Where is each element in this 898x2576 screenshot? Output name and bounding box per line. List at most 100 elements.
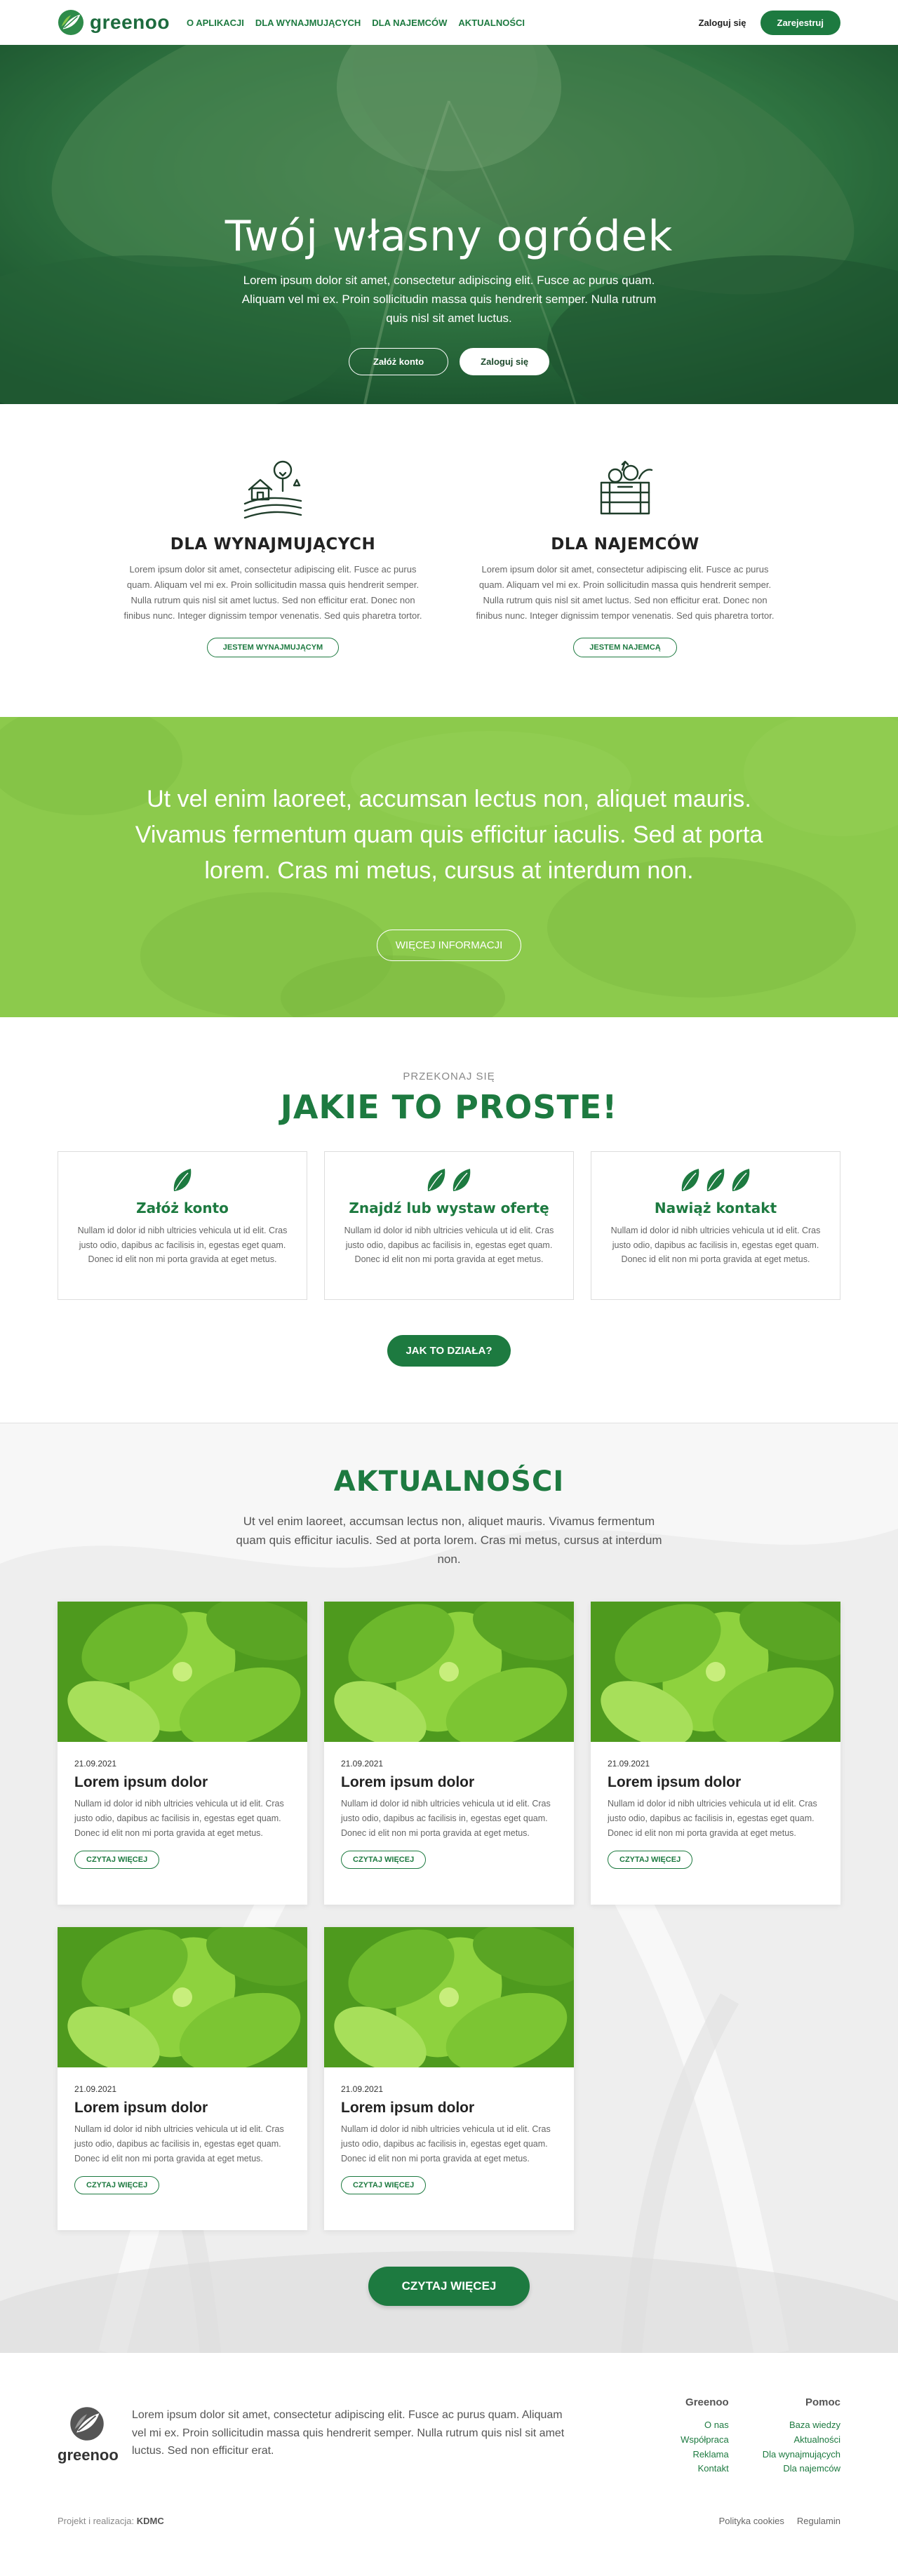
footer-link-about[interactable]: O nas (681, 2418, 729, 2433)
news-card[interactable]: 21.09.2021 Lorem ipsum dolor Nullam id d… (591, 1601, 840, 1905)
logo[interactable]: greenoo (58, 9, 170, 36)
step-title: Znajdź lub wystaw ofertę (349, 1200, 549, 1216)
news-image (591, 1601, 840, 1742)
logo-text: greenoo (90, 11, 170, 33)
hero-title: Twój własny ogródek (224, 212, 674, 261)
leaf-logo-icon (70, 2407, 104, 2441)
header-actions: Zaloguj się Zarejestruj (699, 10, 840, 35)
leaf-icon (706, 1169, 725, 1191)
credit-prefix: Projekt i realizacja: (58, 2516, 135, 2527)
news-intro: Ut vel enim laoreet, accumsan lectus non… (236, 1515, 662, 1567)
hero-buttons: Załóż konto Zaloguj się (0, 347, 898, 375)
news-date: 21.09.2021 (608, 1758, 650, 1769)
footer-bottom: Projekt i realizacja: KDMC Polityka cook… (58, 2516, 840, 2526)
vegetable-crate-icon (600, 460, 653, 515)
nav-news[interactable]: Aktualności (458, 18, 525, 28)
banner-text: Ut vel enim laoreet, accumsan lectus non… (135, 786, 763, 884)
footer-link-news[interactable]: Aktualności (763, 2433, 840, 2448)
step-title: Załóż konto (136, 1200, 229, 1216)
register-button[interactable]: Zarejestruj (760, 10, 840, 35)
news-card-title[interactable]: Lorem ipsum dolor (74, 1774, 290, 1791)
news-card-text: Nullam id dolor id nibh ultricies vehicu… (74, 1798, 284, 1839)
footer-link-contact[interactable]: Kontakt (681, 2462, 729, 2476)
footer-logo[interactable]: greenoo (58, 2406, 119, 2464)
credit-name[interactable]: KDMC (137, 2516, 164, 2526)
footer-columns: Greenoo O nas Współpraca Reklama Kontakt… (681, 2396, 840, 2476)
nav-about[interactable]: O aplikacji (187, 18, 244, 28)
login-link[interactable]: Zaloguj się (699, 18, 746, 28)
leaf-logo-icon (58, 9, 84, 36)
read-more-button[interactable]: CZYTAJ WIĘCEJ (608, 1851, 693, 1870)
news-card-body: 21.09.2021 Lorem ipsum dolor Nullam id d… (58, 1742, 307, 1886)
news-card-body: 21.09.2021 Lorem ipsum dolor Nullam id d… (591, 1742, 840, 1886)
footer-col-greenoo: Greenoo O nas Współpraca Reklama Kontakt (681, 2396, 729, 2476)
news-card-body: 21.09.2021 Lorem ipsum dolor Nullam id d… (324, 1742, 574, 1886)
news-content: AKTUALNOŚCI Ut vel enim laoreet, accumsa… (58, 1423, 840, 2306)
news-date: 21.09.2021 (341, 1758, 384, 1769)
news-card-title[interactable]: Lorem ipsum dolor (74, 2100, 290, 2117)
news-card-body: 21.09.2021 Lorem ipsum dolor Nullam id d… (324, 2067, 574, 2212)
step-text: Nullam id dolor id nibh ultricies vehicu… (610, 1226, 821, 1265)
leaf-icon (173, 1169, 192, 1191)
tenants-text: Lorem ipsum dolor sit amet, consectetur … (476, 564, 775, 622)
signup-button[interactable]: Załóż konto (348, 347, 449, 375)
site-footer: greenoo Lorem ipsum dolor sit amet, cons… (0, 2353, 898, 2576)
nav-landlords[interactable]: Dla wynajmujących (255, 18, 361, 28)
section-eyebrow: PRZEKONAJ SIĘ (403, 1071, 495, 1082)
landlords-text: Lorem ipsum dolor sit amet, consectetur … (123, 564, 422, 622)
news-image (324, 1926, 574, 2067)
news-card-body: 21.09.2021 Lorem ipsum dolor Nullam id d… (58, 2067, 307, 2212)
news-card-title[interactable]: Lorem ipsum dolor (608, 1774, 824, 1791)
audience-section: DLA WYNAJMUJĄCYCH Lorem ipsum dolor sit … (0, 404, 898, 717)
hero-content: Twój własny ogródek Lorem ipsum dolor si… (0, 45, 898, 375)
hero-login-button[interactable]: Zaloguj się (460, 347, 550, 375)
footer-col-title: Greenoo (685, 2396, 729, 2408)
main-nav: O aplikacji Dla wynajmujących Dla najemc… (187, 18, 525, 28)
credits: Projekt i realizacja: KDMC (58, 2516, 164, 2526)
step-text: Nullam id dolor id nibh ultricies vehicu… (77, 1226, 288, 1265)
footer-link-knowledge-base[interactable]: Baza wiedzy (763, 2418, 840, 2433)
nav-tenants[interactable]: Dla najemców (372, 18, 447, 28)
terms-link[interactable]: Regulamin (797, 2516, 840, 2526)
footer-about: Lorem ipsum dolor sit amet, consectetur … (132, 2409, 565, 2457)
step-card: Nawiąż kontakt Nullam id dolor id nibh u… (591, 1151, 840, 1300)
news-card-title[interactable]: Lorem ipsum dolor (341, 2100, 557, 2117)
step-icons (325, 1167, 573, 1194)
news-image (324, 1601, 574, 1742)
cookies-link[interactable]: Polityka cookies (719, 2516, 784, 2526)
legal-links: Polityka cookies Regulamin (719, 2516, 840, 2526)
step-title: Nawiąż kontakt (654, 1200, 777, 1216)
news-card-text: Nullam id dolor id nibh ultricies vehicu… (341, 1798, 551, 1839)
tenant-button[interactable]: JESTEM NAJEMCĄ (573, 638, 677, 658)
footer-link-landlords[interactable]: Dla wynajmujących (763, 2448, 840, 2462)
read-more-button[interactable]: CZYTAJ WIĘCEJ (74, 2176, 160, 2195)
news-cards: 21.09.2021 Lorem ipsum dolor Nullam id d… (58, 1601, 840, 2230)
more-news-button[interactable]: CZYTAJ WIĘCEJ (368, 2266, 530, 2306)
news-card[interactable]: 21.09.2021 Lorem ipsum dolor Nullam id d… (58, 1601, 307, 1905)
news-card[interactable]: 21.09.2021 Lorem ipsum dolor Nullam id d… (58, 1926, 307, 2230)
read-more-button[interactable]: CZYTAJ WIĘCEJ (74, 1851, 160, 1870)
steps-list: Załóż konto Nullam id dolor id nibh ultr… (58, 1151, 840, 1300)
news-date: 21.09.2021 (341, 2084, 384, 2094)
banner-content: Ut vel enim laoreet, accumsan lectus non… (0, 717, 898, 961)
news-card-title[interactable]: Lorem ipsum dolor (341, 1774, 557, 1791)
landlords-title: DLA WYNAJMUJĄCYCH (170, 535, 376, 554)
step-card: Załóż konto Nullam id dolor id nibh ultr… (58, 1151, 307, 1300)
news-date: 21.09.2021 (74, 2084, 117, 2094)
news-image (58, 1926, 307, 2067)
landlords-column: DLA WYNAJMUJĄCYCH Lorem ipsum dolor sit … (117, 455, 429, 658)
read-more-button[interactable]: CZYTAJ WIĘCEJ (341, 2176, 427, 2195)
landlord-button[interactable]: JESTEM WYNAJMUJĄCYM (206, 638, 340, 658)
read-more-button[interactable]: CZYTAJ WIĘCEJ (341, 1851, 427, 1870)
how-it-works-button[interactable]: JAK TO DZIAŁA? (387, 1335, 511, 1367)
news-card[interactable]: 21.09.2021 Lorem ipsum dolor Nullam id d… (324, 1926, 574, 2230)
hero-text: Lorem ipsum dolor sit amet, consectetur … (241, 274, 657, 326)
news-card[interactable]: 21.09.2021 Lorem ipsum dolor Nullam id d… (324, 1601, 574, 1905)
step-icons (591, 1167, 840, 1194)
footer-col-title: Pomoc (805, 2396, 840, 2408)
footer-link-cooperation[interactable]: Współpraca (681, 2433, 729, 2448)
news-card-text: Nullam id dolor id nibh ultricies vehicu… (341, 2124, 551, 2164)
footer-link-tenants[interactable]: Dla najemców (763, 2462, 840, 2476)
more-info-button[interactable]: WIĘCEJ INFORMACJI (376, 930, 522, 961)
footer-link-ads[interactable]: Reklama (681, 2448, 728, 2462)
